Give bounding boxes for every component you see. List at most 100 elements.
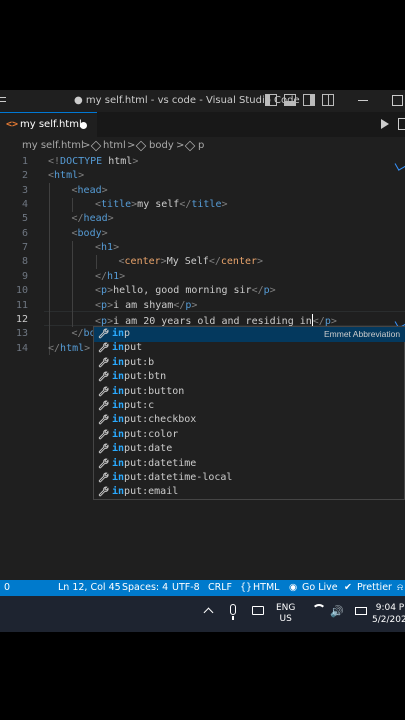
code-line: <title>my self</title>: [95, 199, 228, 213]
code-token: </: [179, 199, 192, 211]
maximize-icon[interactable]: [392, 95, 403, 106]
code-token: </: [173, 299, 186, 311]
braces-icon: {}: [240, 582, 253, 593]
suggestion-item[interactable]: inp Emmet Abbreviation: [94, 327, 405, 342]
split-editor-icon[interactable]: [398, 118, 405, 130]
toggle-secondary-sidebar-icon[interactable]: [303, 94, 315, 106]
code-token: center: [124, 256, 161, 268]
breadcrumb-body[interactable]: body: [149, 140, 174, 151]
broadcast-icon: ◉: [289, 582, 298, 593]
line-number: 4: [21, 199, 28, 211]
code-token: h1: [101, 242, 114, 254]
status-indentation[interactable]: Spaces: 4: [122, 582, 168, 593]
suggestion-match: in: [112, 328, 125, 339]
symbol-element-icon: [184, 140, 196, 152]
show-hidden-icons-icon[interactable]: [203, 607, 214, 618]
suggestion-item[interactable]: input:button: [94, 385, 405, 400]
suggestion-rest: put:datetime: [124, 457, 197, 469]
code-token: My Self: [166, 256, 209, 268]
status-go-live[interactable]: Go Live: [302, 582, 338, 593]
customize-layout-icon[interactable]: [322, 94, 334, 106]
suggestion-label: input:checkbox: [112, 414, 196, 425]
line-number: 1: [21, 156, 28, 167]
suggestion-rest: p: [124, 328, 131, 339]
unsaved-dot-icon[interactable]: [80, 122, 87, 129]
breadcrumb: my self.html > html > body > p: [0, 137, 405, 155]
breadcrumb-p[interactable]: p: [198, 140, 204, 151]
code-token: html: [102, 156, 133, 167]
code-token: >: [101, 227, 108, 239]
input-language[interactable]: ENG US: [276, 603, 295, 625]
suggestion-item[interactable]: input:date: [94, 442, 405, 457]
suggestion-item[interactable]: input:email: [94, 485, 405, 500]
symbol-element-icon: [135, 140, 147, 152]
suggestion-match: in: [112, 472, 125, 483]
code-token: html: [54, 170, 79, 182]
code-token: html: [60, 342, 85, 354]
code-line: <p>hello, good morning sir</p>: [95, 285, 276, 299]
suggestion-item[interactable]: input:c: [94, 399, 405, 414]
breadcrumb-file[interactable]: my self.html: [22, 140, 84, 151]
microphone-stand: [232, 616, 234, 620]
suggestion-label: input: [112, 342, 142, 353]
suggestion-match: in: [112, 457, 125, 469]
wrench-icon: [98, 414, 109, 425]
suggestion-label: input:button: [112, 386, 184, 397]
clock-date: 5/2/2023: [372, 615, 405, 625]
speaker-icon[interactable]: 🔊: [330, 605, 344, 618]
wifi-icon[interactable]: [312, 604, 326, 618]
toggle-primary-sidebar-icon[interactable]: [265, 94, 277, 106]
suggestion-label: input:email: [112, 486, 178, 497]
suggestion-item[interactable]: input:b: [94, 356, 405, 371]
status-cursor-position[interactable]: Ln 12, Col 45: [58, 582, 121, 593]
suggestion-match: in: [112, 414, 125, 426]
code-token: head: [77, 184, 102, 196]
status-eol[interactable]: CRLF: [208, 582, 232, 593]
microphone-icon[interactable]: [230, 604, 236, 615]
suggestion-item[interactable]: input: [94, 341, 405, 356]
code-line: <h1>: [95, 242, 119, 256]
status-prettier[interactable]: Prettier: [357, 582, 392, 593]
suggestion-rest: put:email: [124, 486, 179, 498]
suggestion-item[interactable]: input:color: [94, 428, 405, 443]
suggestion-item[interactable]: input:datetime: [94, 457, 405, 472]
line-number: 2: [21, 170, 28, 182]
letterbox-bottom: [0, 632, 405, 720]
suggestion-rest: put:datetime-local: [124, 472, 233, 483]
code-token: >: [191, 299, 198, 311]
menu-icon[interactable]: [0, 94, 8, 108]
breadcrumb-html[interactable]: html: [103, 140, 126, 151]
code-token: >: [119, 270, 126, 282]
suggestion-match: in: [112, 356, 125, 368]
suggestion-label: input:c: [112, 400, 154, 411]
suggestion-item[interactable]: input:checkbox: [94, 413, 405, 428]
keyboard-icon[interactable]: [252, 606, 264, 615]
line-number: 14: [15, 342, 28, 354]
suggestion-rest: put:b: [124, 356, 155, 368]
status-problems[interactable]: 0: [4, 582, 10, 593]
battery-icon[interactable]: [355, 607, 367, 615]
suggestion-match: in: [112, 342, 125, 354]
minimize-icon[interactable]: [358, 100, 368, 101]
tab-my-self-html[interactable]: <> my self.html: [0, 112, 97, 137]
code-line: <p>i am shyam</p>: [95, 300, 197, 314]
wrench-icon: [98, 386, 109, 396]
suggestion-item[interactable]: input:btn: [94, 370, 405, 385]
suggestion-item[interactable]: input:datetime-local: [94, 471, 405, 486]
notifications-icon[interactable]: ⍾: [397, 582, 403, 593]
status-language[interactable]: HTML: [253, 582, 279, 593]
suggestion-match: in: [112, 443, 125, 455]
suggestion-label: input:datetime: [112, 458, 196, 469]
run-icon[interactable]: [381, 119, 389, 129]
suggestion-widget[interactable]: inp Emmet Abbreviation input input:b input:b…: [93, 326, 405, 500]
system-clock[interactable]: 9:04 PM 5/2/2023: [372, 602, 405, 626]
status-encoding[interactable]: UTF-8: [172, 582, 200, 593]
suggestion-rest: put: [124, 342, 143, 354]
layout-controls: [265, 94, 334, 108]
suggestion-label: inp: [112, 328, 130, 339]
wrench-icon: [98, 400, 109, 411]
windows-taskbar: ENG US 🔊 9:04 PM 5/2/2023: [0, 596, 405, 632]
toggle-panel-icon[interactable]: [284, 94, 296, 106]
suggestion-match: in: [112, 400, 125, 411]
suggestion-label: input:b: [112, 357, 154, 368]
